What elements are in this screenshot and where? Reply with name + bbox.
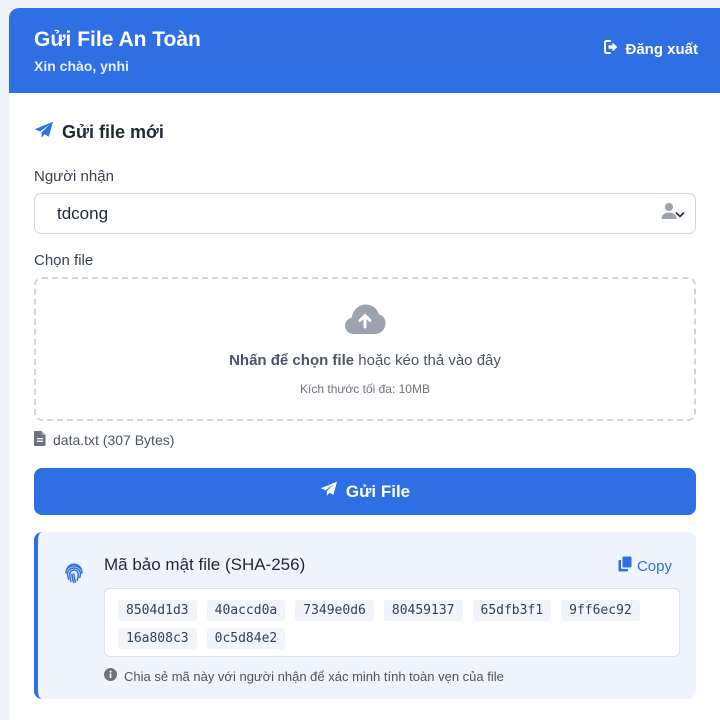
logout-button[interactable]: Đăng xuất <box>604 40 698 58</box>
recipient-label: Người nhận <box>34 168 114 185</box>
hash-chunk: 65dfb3f1 <box>472 600 552 621</box>
logout-label: Đăng xuất <box>625 40 698 58</box>
selected-file-name: data.txt (307 Bytes) <box>53 432 175 448</box>
copy-icon <box>618 556 632 576</box>
recipient-value: tdcong <box>57 203 109 223</box>
hash-note-text: Chia sẻ mã này với người nhận để xác min… <box>124 668 504 684</box>
send-file-label: Gửi File <box>345 481 411 501</box>
file-dropzone[interactable]: Nhấn để chọn file hoặc kéo thả vào đây K… <box>34 277 696 421</box>
hash-chunk: 40accd0a <box>206 600 286 621</box>
section-title: Gửi file mới <box>34 121 696 144</box>
file-icon <box>34 431 46 449</box>
dropzone-text: Nhấn để chọn file hoặc kéo thả vào đây <box>229 352 501 369</box>
hash-chunk: 8504d1d3 <box>118 600 197 621</box>
hash-title: Mã bảo mật file (SHA-256) <box>104 555 306 574</box>
file-label: Chọn file <box>34 252 94 269</box>
selected-file: data.txt (307 Bytes) <box>34 431 696 449</box>
hash-panel: Mã bảo mật file (SHA-256) Copy 8504d1d3 … <box>34 532 696 699</box>
chevron-down-icon <box>675 204 685 224</box>
section-title-text: Gửi file mới <box>62 122 164 142</box>
hash-chunk: 7349e0d6 <box>295 600 374 621</box>
fingerprint-icon <box>64 562 84 589</box>
recipient-select[interactable]: tdcong <box>34 193 696 234</box>
copy-button[interactable]: Copy <box>618 556 672 576</box>
send-form: Gửi file mới Người nhận tdcong Chọn file… <box>9 121 720 699</box>
dropzone-rest-text: hoặc kéo thả vào đây <box>354 352 501 369</box>
app-title: Gửi File An Toàn <box>34 28 201 51</box>
send-file-button[interactable]: Gửi File <box>34 468 696 515</box>
hash-note: Chia sẻ mã này với người nhận để xác min… <box>104 668 504 684</box>
greeting-text: Xin chào, ynhi <box>34 58 129 74</box>
hash-chunk: 80459137 <box>383 600 463 621</box>
paper-plane-icon <box>34 121 54 144</box>
info-icon <box>104 668 117 684</box>
hash-chunk: 9ff6ec92 <box>561 600 640 621</box>
logout-icon <box>604 40 620 58</box>
hash-code-box[interactable]: 8504d1d3 40accd0a 7349e0d6 80459137 65df… <box>104 588 680 657</box>
hash-chunk: 16a808c3 <box>118 628 197 649</box>
paper-plane-icon <box>320 481 338 502</box>
cloud-upload-icon <box>344 303 386 340</box>
main-card: Gửi File An Toàn Xin chào, ynhi Đăng xuấ… <box>9 8 720 720</box>
app-header: Gửi File An Toàn Xin chào, ynhi Đăng xuấ… <box>9 8 720 93</box>
hash-chunk: 0c5d84e2 <box>206 628 286 649</box>
copy-label: Copy <box>636 557 672 575</box>
dropzone-hint: Kích thước tối đa: 10MB <box>300 382 430 396</box>
dropzone-bold-text: Nhấn để chọn file <box>229 352 355 369</box>
